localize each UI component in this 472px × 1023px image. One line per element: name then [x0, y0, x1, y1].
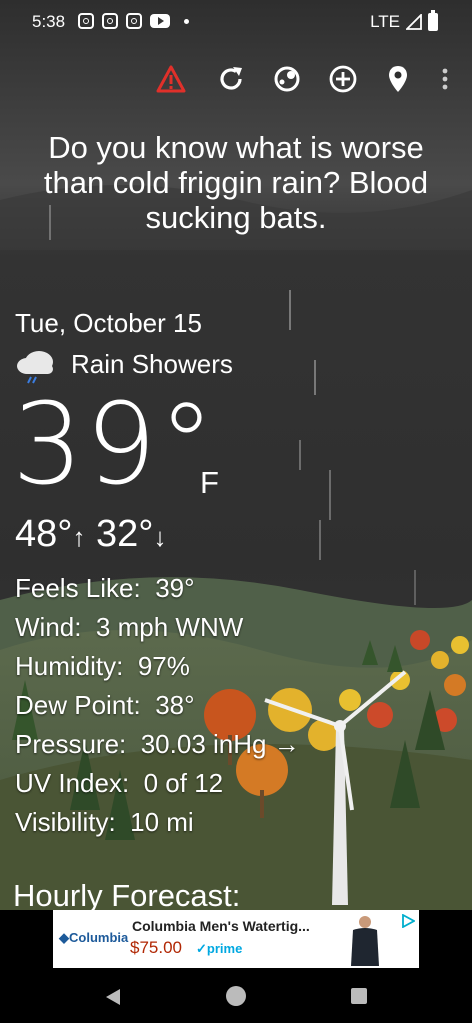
app-toolbar [0, 60, 472, 100]
location-button[interactable] [380, 60, 416, 98]
detail-row-feels-like: Feels Like: 39° [15, 569, 300, 608]
hourly-forecast-heading: Hourly Forecast: [13, 878, 241, 913]
battery-icon [428, 10, 438, 31]
detail-label: Humidity: [15, 651, 124, 681]
network-type: LTE [370, 12, 400, 31]
rain-cloud-icon [17, 351, 53, 384]
arrow-down-icon: ↓ [153, 522, 167, 552]
high-low-temperature: 48°↑ 32°↓ [15, 513, 167, 556]
forecast-date: Tue, October 15 [15, 308, 202, 338]
detail-row-humidity: Humidity: 97% [15, 647, 300, 686]
ad-product-image [351, 916, 379, 966]
ad-banner-area: ◆Columbia Columbia Men's Watertig... $75… [0, 910, 472, 972]
detail-value: 30.03 inHg → [140, 729, 300, 759]
notification-icons [78, 13, 189, 29]
more-options-icon [442, 68, 448, 90]
more-options-button[interactable] [430, 60, 460, 98]
refresh-button[interactable] [213, 60, 249, 98]
detail-label: UV Index: [15, 768, 130, 798]
more-notifications-dot-icon [184, 18, 189, 24]
weather-details: Feels Like: 39° Wind: 3 mph WNW Humidity… [15, 569, 300, 842]
signal-icon [406, 14, 422, 30]
ad-brand: Columbia [69, 930, 129, 945]
detail-row-uv-index: UV Index: 0 of 12 [15, 764, 300, 803]
detail-value: 3 mph WNW [95, 612, 244, 642]
add-location-button[interactable] [325, 60, 361, 98]
condition-label: Rain Showers [71, 348, 233, 379]
detail-label: Dew Point: [15, 690, 141, 720]
detail-label: Feels Like: [15, 573, 141, 603]
ad-title: Columbia Men's Watertig... [132, 918, 310, 934]
system-status: LTE [370, 10, 438, 32]
instagram-icon [126, 13, 142, 29]
detail-value: 0 of 12 [143, 768, 224, 798]
ad-choices-icon[interactable] [401, 914, 415, 928]
detail-value: 10 mi [130, 807, 194, 837]
ad-price: $75.00 [130, 938, 182, 957]
navigation-bar [0, 972, 472, 1023]
status-time: 5:38 [32, 12, 66, 31]
detail-row-dew-point: Dew Point: 38° [15, 686, 300, 725]
refresh-icon [220, 67, 242, 90]
detail-value: 38° [155, 690, 195, 720]
high-temperature: 48° [15, 513, 73, 555]
radar-button[interactable] [269, 60, 305, 98]
ad-prime-badge: ✓prime [196, 941, 243, 956]
current-condition: Rain Showers [15, 344, 233, 384]
detail-label: Wind: [15, 612, 82, 642]
location-pin-icon [389, 66, 407, 92]
ad-brand-logo: ◆Columbia [59, 930, 129, 945]
detail-row-pressure: Pressure: 30.03 inHg → [15, 725, 300, 764]
back-icon[interactable] [104, 988, 122, 1006]
low-temperature: 32° [96, 513, 154, 555]
detail-row-wind: Wind: 3 mph WNW [15, 608, 300, 647]
detail-row-visibility: Visibility: 10 mi [15, 803, 300, 842]
instagram-icon [102, 13, 118, 29]
current-temperature: 39° [12, 380, 217, 510]
ad-prime-label: prime [206, 941, 243, 956]
status-bar: 5:38 LTE [0, 0, 472, 46]
youtube-icon [150, 14, 170, 28]
instagram-icon [78, 13, 94, 29]
detail-value: 97% [137, 651, 190, 681]
add-location-icon [329, 65, 357, 93]
weather-headline: Do you know what is worse than cold frig… [43, 130, 429, 235]
warning-icon [156, 65, 186, 93]
detail-value: 39° [155, 573, 195, 603]
home-icon[interactable] [226, 986, 246, 1006]
weather-alert-button[interactable] [153, 60, 189, 98]
temperature-unit: F [200, 465, 219, 500]
arrow-up-icon: ↑ [72, 522, 86, 552]
recent-apps-icon[interactable] [351, 988, 367, 1004]
ad-banner[interactable]: ◆Columbia Columbia Men's Watertig... $75… [53, 910, 419, 968]
detail-label: Pressure: [15, 729, 127, 759]
radar-icon [274, 66, 300, 92]
detail-label: Visibility: [15, 807, 116, 837]
